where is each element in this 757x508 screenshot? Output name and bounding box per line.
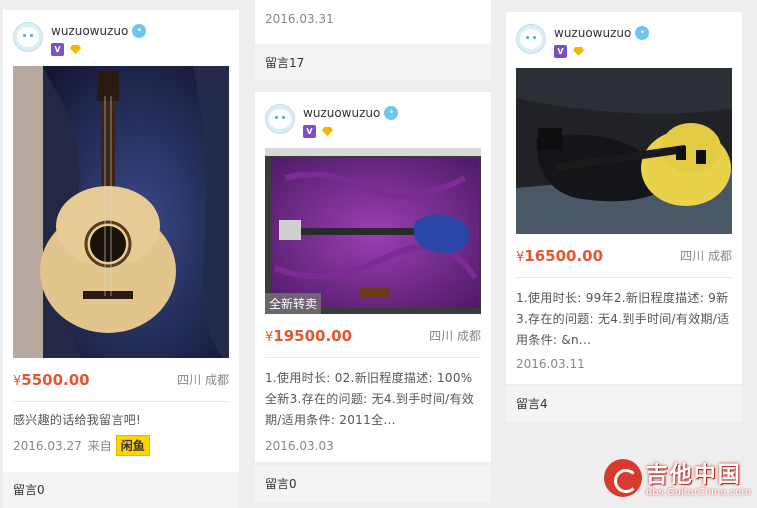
avatar-face-icon [269,109,291,129]
price: 5500.00 [21,371,90,389]
verified-icon: • [384,106,399,120]
product-photo[interactable]: 全新转卖 [265,148,481,314]
new-resale-badge: 全新转卖 [265,293,322,314]
verified-icon: • [635,26,650,40]
post-description[interactable]: 1.使用时长: 02.新旧程度描述: 100%全新3.存在的问题: 无4.到手时… [265,358,481,431]
post-description[interactable]: 1.使用时长: 99年2.新旧程度描述: 9新3.存在的问题: 无4.到手时间/… [516,278,732,351]
level-icon: V [554,45,567,58]
price-row: ¥19500.00 四川 成都 [265,314,481,358]
watermark-title: 吉他中国 [645,463,742,488]
post-date: 2016.03.03 [265,439,334,453]
post-description[interactable]: 感兴趣的话给我留言吧! [13,402,229,431]
diamond-icon [322,127,333,136]
post-card[interactable]: wuzuowuzuo • V [255,92,491,462]
post-date: 2016.03.31 [265,12,334,26]
username[interactable]: wuzuowuzuo [554,26,631,40]
avatar[interactable] [516,24,546,54]
diamond-icon [70,45,81,54]
level-icon: V [51,43,64,56]
comment-count[interactable]: 留言0 [255,466,491,502]
avatar[interactable] [265,104,295,134]
post-card[interactable]: wuzuowuzuo • V [3,10,239,472]
diamond-icon [573,47,584,56]
comment-count[interactable]: 留言4 [506,386,742,422]
guitarchina-logo-icon [603,458,642,497]
user-row: wuzuowuzuo • V [506,12,742,68]
xianyu-app-tag[interactable]: 闲鱼 [115,435,150,456]
watermark-url: bbs.GuitarChina.com [645,487,751,498]
price: 16500.00 [524,247,604,265]
comment-count[interactable]: 留言0 [3,472,239,508]
level-icon: V [303,125,316,138]
product-photo[interactable] [516,68,732,234]
price-row: ¥16500.00 四川 成都 [516,234,732,278]
avatar[interactable] [13,22,43,52]
price: 19500.00 [273,327,353,345]
blue-electric-guitar-image [265,148,481,314]
comment-count[interactable]: 留言17 [255,44,491,80]
avatar-face-icon [17,27,39,47]
site-watermark: 吉他中国 bbs.GuitarChina.com [603,457,751,498]
verified-icon: • [132,24,147,38]
user-row: wuzuowuzuo • V [3,10,239,66]
price-row: ¥5500.00 四川 成都 [13,358,229,402]
user-row: wuzuowuzuo • V [255,92,491,148]
post-date: 2016.03.27 [13,438,82,453]
location: 四川 成都 [680,249,732,263]
yellow-electric-guitar-image [516,68,732,234]
post-card[interactable]: wuzuowuzuo • V ¥16500.00 四川 成都 1.使用时长: 9… [506,12,742,384]
location: 四川 成都 [429,329,481,343]
from-label: 来自 [87,439,112,453]
post-card-partial[interactable]: 2016.03.31 [255,0,491,44]
username[interactable]: wuzuowuzuo [303,106,380,120]
avatar-face-icon [520,29,542,49]
username[interactable]: wuzuowuzuo [51,24,128,38]
location: 四川 成都 [177,373,229,387]
post-date: 2016.03.11 [516,357,585,371]
product-photo[interactable] [13,66,229,358]
post-date-row: 2016.03.27 来自 闲鱼 [13,435,229,456]
acoustic-guitar-image [13,66,229,358]
